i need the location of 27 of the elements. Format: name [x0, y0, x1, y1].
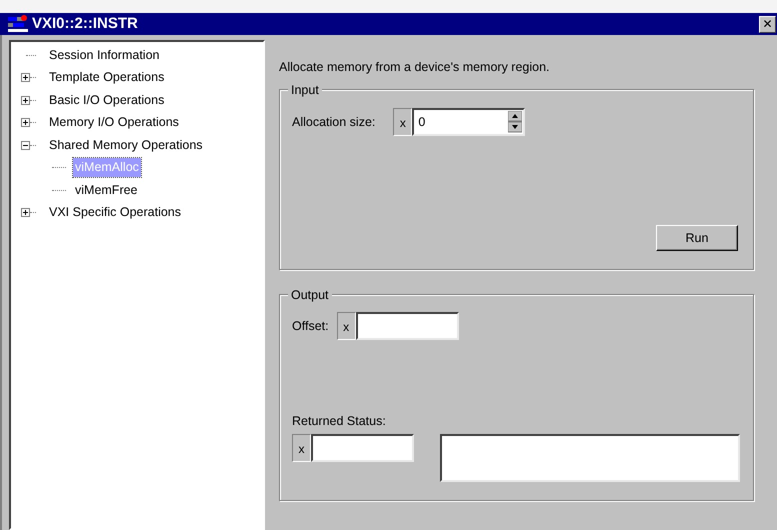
- prefix-label: x: [336, 312, 356, 340]
- field-label: Offset:: [292, 318, 329, 335]
- offset-field[interactable]: [356, 312, 459, 340]
- tree-item[interactable]: VXI Specific Operations: [47, 203, 184, 222]
- tree-item[interactable]: Shared Memory Operations: [47, 136, 205, 155]
- close-button[interactable]: ✕: [759, 16, 776, 32]
- tree-item[interactable]: Basic I/O Operations: [47, 90, 166, 110]
- expand-icon[interactable]: [21, 96, 30, 105]
- prefix-label: x: [292, 434, 311, 462]
- number-field[interactable]: 0: [412, 108, 526, 136]
- expand-icon[interactable]: [21, 73, 30, 82]
- tree-item[interactable]: Memory I/O Operations: [47, 113, 181, 132]
- expand-icon[interactable]: [21, 118, 30, 128]
- tree-item[interactable]: viMemFree: [73, 180, 140, 200]
- tree-item[interactable]: Template Operations: [47, 68, 166, 88]
- tree-item[interactable]: Session Information: [47, 46, 162, 65]
- spin-arrows-icon[interactable]: [508, 111, 522, 134]
- collapse-icon[interactable]: [21, 140, 30, 150]
- field-label: Returned Status:: [292, 413, 387, 430]
- description-text: Allocate memory from a device's memory region.: [279, 59, 551, 76]
- app-logo-icon: [8, 15, 28, 33]
- prefix-label: x: [393, 108, 412, 136]
- window-title: VXI0::2::INSTR: [32, 14, 138, 34]
- field-label: Allocation size:: [292, 114, 376, 131]
- run-button[interactable]: Run: [656, 225, 738, 252]
- status-code-field[interactable]: [311, 434, 414, 462]
- expand-icon[interactable]: [21, 208, 30, 218]
